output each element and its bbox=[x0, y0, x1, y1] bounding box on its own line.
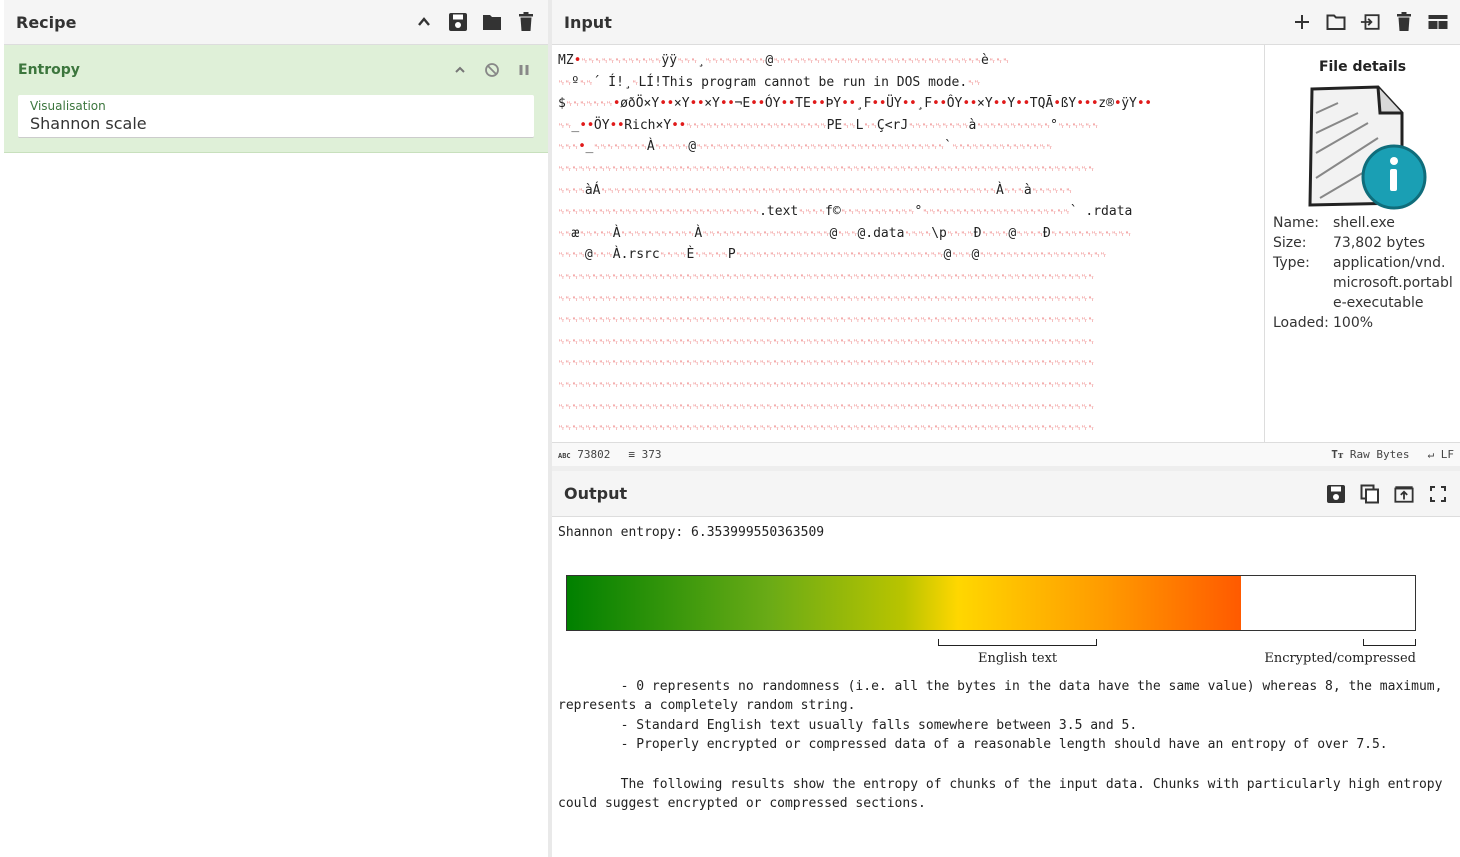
load-recipe-button[interactable] bbox=[482, 12, 502, 32]
input-line: MZ•␉␉␉␉␉␉␉␉␉␉␉␉ÿÿ␉␉␉¸␉␉␉␉␉␉␉␉␉@␉␉␉␉␉␉␉␉␉… bbox=[558, 53, 1009, 68]
layout-icon[interactable] bbox=[1428, 12, 1448, 32]
file-name: shell.exe bbox=[1333, 215, 1395, 231]
file-size: 73,802 bytes bbox=[1333, 235, 1426, 251]
text-icon: Tᴛ bbox=[1331, 448, 1344, 461]
file-info-icon bbox=[1298, 83, 1428, 213]
disable-icon[interactable] bbox=[482, 60, 502, 80]
input-line: ␉␉␉␉␉␉␉␉␉␉␉␉␉␉␉␉␉␉␉␉␉␉␉␉␉␉␉␉␉␉␉␉␉␉␉␉␉␉␉␉… bbox=[558, 272, 1095, 283]
input-line: ␉␉æ␉␉␉␉␉À␉␉␉␉␉␉␉␉␉␉␉À␉␉␉␉␉␉␉␉␉␉␉␉␉␉␉␉␉␉␉… bbox=[558, 225, 1132, 241]
file-loaded: 100% bbox=[1333, 315, 1374, 331]
visualisation-label: Visualisation bbox=[30, 99, 106, 113]
pause-icon[interactable] bbox=[514, 60, 534, 80]
operation-entropy[interactable]: Entropy Visualisation Shannon scale bbox=[4, 45, 548, 153]
trash-icon[interactable] bbox=[1394, 12, 1414, 32]
output-header: Output bbox=[552, 471, 1460, 517]
import-icon[interactable] bbox=[1360, 12, 1380, 32]
input-line: ␉␉␉␉␉␉␉␉␉␉␉␉␉␉␉␉␉␉␉␉␉␉␉␉␉␉␉␉␉␉␉␉␉␉␉␉␉␉␉␉… bbox=[558, 359, 1095, 370]
input-title: Input bbox=[564, 12, 612, 32]
output-text[interactable]: Shannon entropy: 6.353999550363509 Engli… bbox=[552, 517, 1460, 820]
input-line: ␉␉␉␉␉␉␉␉␉␉␉␉␉␉␉␉␉␉␉␉␉␉␉␉␉␉␉␉␉␉␉␉␉␉␉␉␉␉␉␉… bbox=[558, 380, 1095, 391]
operation-name: Entropy bbox=[18, 62, 80, 78]
input-textarea[interactable]: MZ•␉␉␉␉␉␉␉␉␉␉␉␉ÿÿ␉␉␉¸␉␉␉␉␉␉␉␉␉@␉␉␉␉␉␉␉␉␉… bbox=[552, 45, 1264, 442]
input-line: $␉␉␉␉␉␉␉•øðÖ×Y••×Y••×Y••¬E••ÓY••TE••ÞY••… bbox=[558, 96, 1152, 112]
scale-bracket bbox=[937, 638, 1098, 646]
entropy-description: - 0 represents no randomness (i.e. all t… bbox=[558, 678, 1443, 812]
input-line: ␉␉␉␉␉␉␉␉␉␉␉␉␉␉␉␉␉␉␉␉␉␉␉␉␉␉␉␉␉␉␉␉␉␉␉␉␉␉␉␉… bbox=[558, 316, 1095, 327]
file-loaded-row: Loaded: 100% bbox=[1265, 313, 1460, 333]
cyberchef-app: Recipe Entropy Visualisation Shannon sca… bbox=[0, 0, 1460, 857]
input-line: ␉␉␉␉@␉␉␉À.rsrc␉␉␉␉È␉␉␉␉␉P␉␉␉␉␉␉␉␉␉␉␉␉␉␉␉… bbox=[558, 247, 1107, 263]
input-line: ␉␉_••ÖY••Rich×Y••␉␉␉␉␉␉␉␉␉␉␉␉␉␉␉␉␉␉␉␉␉PE… bbox=[558, 117, 1099, 133]
return-icon: ↵ bbox=[1427, 448, 1435, 461]
file-size-row: Size: 73,802 bytes bbox=[1265, 233, 1460, 253]
visualisation-select[interactable]: Visualisation Shannon scale bbox=[18, 95, 534, 138]
maximise-icon[interactable] bbox=[1428, 484, 1448, 504]
lines-stat: ≡ 373 bbox=[628, 448, 662, 461]
input-status-bar: ABC 73802 ≡ 373 Tᴛ Raw Bytes ↵ LF bbox=[552, 442, 1460, 466]
scale-bracket-label: Encrypted/compressed bbox=[1264, 650, 1416, 666]
scale-bracket bbox=[1362, 638, 1416, 646]
input-line: ␉␉␉␉␉␉␉␉␉␉␉␉␉␉␉␉␉␉␉␉␉␉␉␉␉␉␉␉␉␉␉␉␉␉␉␉␉␉␉␉… bbox=[558, 294, 1095, 305]
lines-icon: ≡ bbox=[628, 448, 636, 461]
output-pane: Output Shannon entropy: 6.35399955036350… bbox=[552, 471, 1460, 857]
output-title: Output bbox=[564, 484, 628, 503]
entropy-scale-bar bbox=[566, 574, 1416, 631]
file-type-row: Type: application/vnd.microsoft.portable… bbox=[1265, 253, 1460, 313]
plus-icon[interactable] bbox=[1292, 12, 1312, 32]
entropy-scale-fill bbox=[567, 575, 1241, 630]
input-line: ␉␉º␉␉´ Í!¸␉LÍ!This program cannot be run… bbox=[558, 74, 981, 90]
file-details-panel: File details Name: shell.exe Size: 73,80… bbox=[1264, 45, 1460, 442]
entropy-result: Shannon entropy: 6.353999550363509 bbox=[558, 525, 825, 540]
input-line: ␉␉␉␉␉␉␉␉␉␉␉␉␉␉␉␉␉␉␉␉␉␉␉␉␉␉␉␉␉␉␉␉␉␉␉␉␉␉␉␉… bbox=[558, 337, 1095, 348]
recipe-title: Recipe bbox=[16, 12, 77, 32]
input-pane: Input MZ•␉␉␉␉␉␉␉␉␉␉␉␉ÿÿ␉␉␉¸␉␉␉␉␉␉␉␉␉@␉␉␉… bbox=[552, 0, 1460, 466]
length-stat: ABC 73802 bbox=[558, 448, 611, 461]
copy-icon[interactable] bbox=[1360, 484, 1380, 504]
file-type: application/vnd.microsoft.portable-execu… bbox=[1333, 255, 1453, 311]
input-line: ␉␉␉␉àÁ␉␉␉␉␉␉␉␉␉␉␉␉␉␉␉␉␉␉␉␉␉␉␉␉␉␉␉␉␉␉␉␉␉␉… bbox=[558, 182, 1072, 198]
folder-icon[interactable] bbox=[1326, 12, 1346, 32]
input-header: Input bbox=[552, 0, 1460, 45]
replace-input-icon[interactable] bbox=[1394, 484, 1414, 504]
encoding-button[interactable]: Tᴛ Raw Bytes bbox=[1331, 448, 1409, 461]
chevron-up-icon[interactable] bbox=[450, 60, 470, 80]
abc-icon: ABC bbox=[558, 452, 571, 460]
recipe-header: Recipe bbox=[4, 0, 548, 45]
input-line: ␉␉␉␉␉␉␉␉␉␉␉␉␉␉␉␉␉␉␉␉␉␉␉␉␉␉␉␉␉␉␉␉␉␉␉␉␉␉␉␉… bbox=[558, 402, 1095, 413]
save-icon[interactable] bbox=[1326, 484, 1346, 504]
input-line: ␉␉␉␉␉␉␉␉␉␉␉␉␉␉␉␉␉␉␉␉␉␉␉␉␉␉␉␉␉␉.text␉␉␉␉f… bbox=[558, 204, 1133, 220]
shannon-scale: English text Encrypted/compressed bbox=[558, 561, 1438, 671]
file-details-title: File details bbox=[1318, 59, 1407, 75]
visualisation-value[interactable]: Shannon scale bbox=[30, 114, 522, 133]
input-line: ␉␉␉␉␉␉␉␉␉␉␉␉␉␉␉␉␉␉␉␉␉␉␉␉␉␉␉␉␉␉␉␉␉␉␉␉␉␉␉␉… bbox=[558, 424, 1095, 435]
recipe-pane: Recipe Entropy Visualisation Shannon sca… bbox=[4, 0, 548, 857]
eol-button[interactable]: ↵ LF bbox=[1428, 448, 1455, 461]
input-line: ␉␉␉•_␉␉␉␉␉␉␉␉À␉␉␉␉␉@␉␉␉␉␉␉␉␉␉␉␉␉␉␉␉␉␉␉␉␉… bbox=[558, 139, 1053, 155]
clear-recipe-button[interactable] bbox=[516, 12, 536, 32]
input-line: ␉␉␉␉␉␉␉␉␉␉␉␉␉␉␉␉␉␉␉␉␉␉␉␉␉␉␉␉␉␉␉␉␉␉␉␉␉␉␉␉… bbox=[558, 164, 1095, 175]
chevron-up-icon[interactable] bbox=[414, 12, 434, 32]
save-recipe-button[interactable] bbox=[448, 12, 468, 32]
file-name-row: Name: shell.exe bbox=[1265, 213, 1460, 233]
scale-bracket-label: English text bbox=[977, 650, 1058, 666]
